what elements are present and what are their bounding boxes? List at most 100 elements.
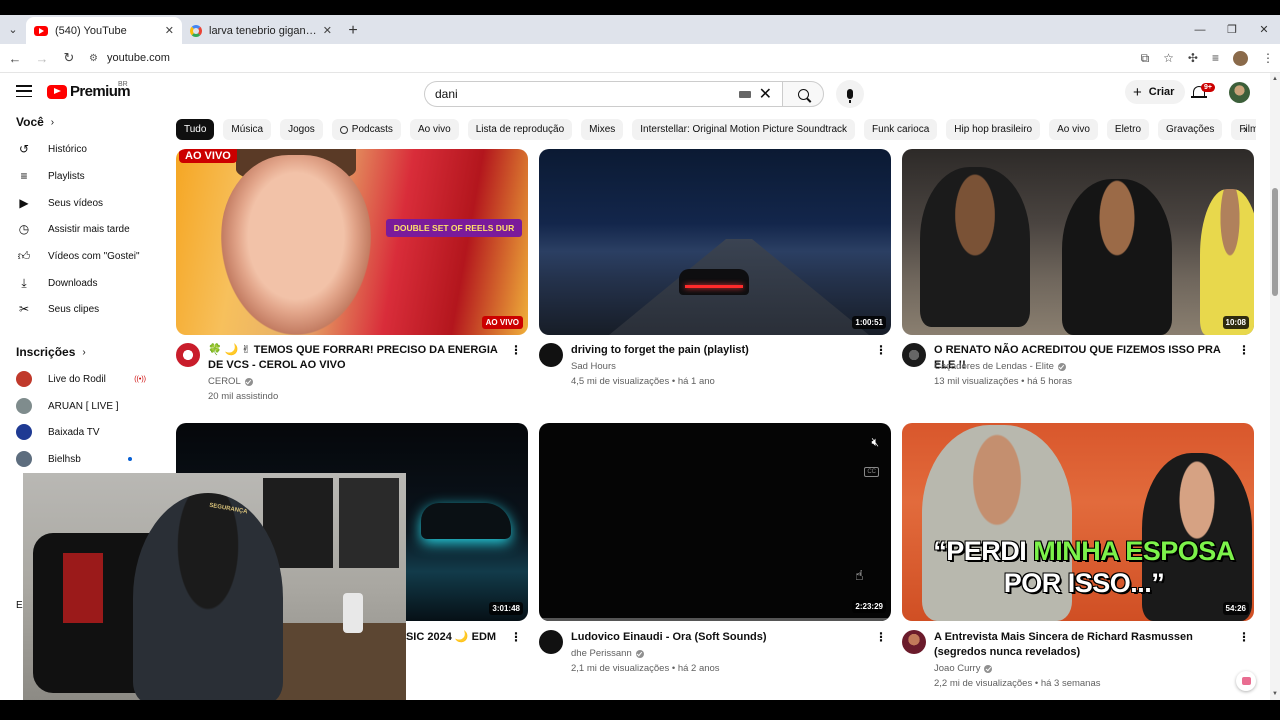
voice-search-button[interactable] <box>836 80 864 108</box>
sidebar-item-downloads[interactable]: ⤓ Downloads <box>16 275 146 291</box>
extensions-puzzle-icon[interactable]: ✣ <box>1188 51 1198 65</box>
tab-close-icon[interactable]: ✕ <box>165 24 174 37</box>
tab-search-chevron-icon[interactable]: ⌄ <box>0 15 26 44</box>
hamburger-menu-icon[interactable] <box>16 85 32 97</box>
sidebar-item-playlists[interactable]: ≡ Playlists <box>16 168 146 184</box>
search-input[interactable] <box>435 87 739 101</box>
more-actions-icon[interactable]: ⋮ <box>510 343 522 357</box>
chip-ao-vivo-2[interactable]: Ao vivo <box>1049 119 1098 140</box>
install-app-icon[interactable]: ⧉ <box>1141 51 1150 66</box>
channel-avatar[interactable] <box>539 343 563 367</box>
clear-search-icon[interactable]: ✕ <box>759 84 772 104</box>
more-actions-icon[interactable]: ⋮ <box>875 630 887 644</box>
more-actions-icon[interactable]: ⋮ <box>1238 630 1250 644</box>
scroll-up-arrow-icon[interactable]: ▲ <box>1272 76 1278 82</box>
sidebar-item-seus-videos[interactable]: ▶ Seus vídeos <box>16 195 146 211</box>
channel-avatar[interactable] <box>176 343 200 367</box>
keyboard-icon[interactable] <box>738 90 751 98</box>
channel-name[interactable]: dhe Perissann <box>571 648 644 659</box>
chip-musica[interactable]: Música <box>223 119 272 140</box>
sidebar-item-label: Vídeos com "Gostei" <box>48 250 140 262</box>
video-title[interactable]: 🍀 🌙 ✌ TEMOS QUE FORRAR! PRECISO DA ENERG… <box>208 343 514 373</box>
sidebar-item-assistir-mais-tarde[interactable]: ◷ Assistir mais tarde <box>16 221 146 237</box>
video-title[interactable]: USIC 2024 🌙 EDM <box>398 630 518 645</box>
video-title[interactable]: driving to forget the pain (playlist) <box>571 343 877 358</box>
sidebar-header-voce[interactable]: Você › <box>16 115 54 129</box>
chips-next-arrow-icon[interactable]: › <box>1243 122 1247 136</box>
sidebar-sub-live-do-rodil[interactable]: Live do Rodil ((•)) <box>16 371 146 387</box>
page-scrollbar[interactable]: ▲ ▼ <box>1270 73 1280 700</box>
sidebar-sub-aruan[interactable]: ARUAN [ LIVE ] <box>16 398 146 414</box>
profile-avatar[interactable] <box>1233 50 1248 66</box>
chip-eletro[interactable]: Eletro <box>1106 119 1150 140</box>
browser-menu-icon[interactable]: ⋮ <box>1262 51 1274 65</box>
sidebar-item-historico[interactable]: ↺ Histórico <box>16 141 146 157</box>
plus-icon: + <box>1133 83 1142 101</box>
bookmark-star-icon[interactable]: ☆ <box>1163 51 1174 65</box>
video-thumbnail[interactable]: 🔇︎ CC 2:23:29 <box>539 423 891 621</box>
youtube-premium-logo[interactable]: Premium BR <box>47 81 131 100</box>
chip-ao-vivo[interactable]: Ao vivo <box>409 119 459 140</box>
chip-gravacoes[interactable]: Gravações <box>1158 119 1223 140</box>
maximize-icon[interactable]: ❐ <box>1216 15 1248 44</box>
channel-name[interactable]: Joao Curry <box>934 663 993 674</box>
site-settings-icon[interactable]: ⚙ <box>89 53 98 64</box>
chip-hip-hop-brasileiro[interactable]: Hip hop brasileiro <box>946 119 1041 140</box>
create-button[interactable]: + Criar <box>1125 80 1186 104</box>
more-actions-icon[interactable]: ⋮ <box>510 630 522 644</box>
sidebar-item-gostei[interactable]: 👍︎ Vídeos com "Gostei" <box>16 248 146 264</box>
more-actions-icon[interactable]: ⋮ <box>1238 343 1250 357</box>
sidebar-header-partial[interactable]: E <box>16 600 23 611</box>
channel-avatar[interactable] <box>902 343 926 367</box>
muted-speaker-icon[interactable]: 🔇︎ <box>871 435 879 450</box>
video-title[interactable]: A Entrevista Mais Sincera de Richard Ras… <box>934 630 1240 660</box>
new-tab-plus-icon[interactable]: + <box>340 17 366 44</box>
address-bar[interactable]: ⚙ youtube.com <box>89 47 1109 69</box>
webcam-art <box>63 553 103 623</box>
preview-progress-bar[interactable] <box>539 618 891 621</box>
chip-podcasts[interactable]: Podcasts <box>331 119 401 140</box>
sidebar-sub-baixada-tv[interactable]: Baixada TV <box>16 424 146 440</box>
channel-avatar[interactable] <box>902 630 926 654</box>
tab-youtube[interactable]: (540) YouTube ✕ <box>26 17 182 44</box>
chip-jogos[interactable]: Jogos <box>280 119 323 140</box>
sidebar-item-seus-clipes[interactable]: ✂ Seus clipes <box>16 301 146 317</box>
channel-name[interactable]: Sad Hours <box>571 361 616 372</box>
tab-google-search[interactable]: larva tenebrio gigante - Pesquisa Google… <box>182 17 340 44</box>
minimize-icon[interactable]: — <box>1184 15 1216 44</box>
video-thumbnail[interactable]: “PERDI MINHA ESPOSA POR ISSO...” 54:26 <box>902 423 1254 621</box>
tab-title: larva tenebrio gigante - Pesquisa Google <box>209 24 317 37</box>
video-duration: 2:23:29 <box>852 600 886 613</box>
playlist-icon: ≡ <box>20 169 28 183</box>
account-avatar[interactable] <box>1229 82 1250 103</box>
video-thumbnail[interactable]: 10:08 <box>902 149 1254 335</box>
scroll-down-arrow-icon[interactable]: ▼ <box>1272 691 1278 697</box>
channel-name[interactable]: CEROL <box>208 376 253 387</box>
captions-icon[interactable]: CC <box>864 467 879 477</box>
chip-lista-de-reproducao[interactable]: Lista de reprodução <box>467 119 573 140</box>
channel-name[interactable]: Caçadores de Lendas - Elite <box>934 361 1066 372</box>
back-arrow-icon[interactable]: ← <box>3 51 27 66</box>
channel-avatar[interactable] <box>539 630 563 654</box>
media-controls-icon[interactable]: ≡ <box>1212 51 1219 65</box>
sidebar-item-label: Seus vídeos <box>48 197 104 209</box>
floating-action-button[interactable] <box>1236 671 1256 691</box>
video-thumbnail[interactable]: 1:00:51 <box>539 149 891 335</box>
close-window-icon[interactable]: ✕ <box>1248 15 1280 44</box>
forward-arrow-icon[interactable]: → <box>30 51 54 66</box>
channel-name-label: Joao Curry <box>934 663 981 674</box>
url-text: youtube.com <box>106 52 170 64</box>
more-actions-icon[interactable]: ⋮ <box>875 343 887 357</box>
sidebar-header-inscricoes[interactable]: Inscrições › <box>16 345 86 359</box>
scrollbar-thumb[interactable] <box>1272 188 1278 296</box>
tab-close-icon[interactable]: ✕ <box>323 24 332 37</box>
chip-mixes[interactable]: Mixes <box>581 119 624 140</box>
reload-icon[interactable]: ↻ <box>57 50 81 66</box>
video-title[interactable]: Ludovico Einaudi - Ora (Soft Sounds) <box>571 630 877 645</box>
chip-tudo[interactable]: Tudo <box>176 119 215 140</box>
chip-funk-carioca[interactable]: Funk carioca <box>864 119 938 140</box>
search-button[interactable] <box>782 81 824 107</box>
sidebar-sub-bielhsb[interactable]: Bielhsb <box>16 451 146 467</box>
video-thumbnail[interactable]: DOUBLE SET OF REELS DUR AO VIVO AO VIVO <box>176 149 528 335</box>
chip-interstellar[interactable]: Interstellar: Original Motion Picture So… <box>632 119 856 140</box>
